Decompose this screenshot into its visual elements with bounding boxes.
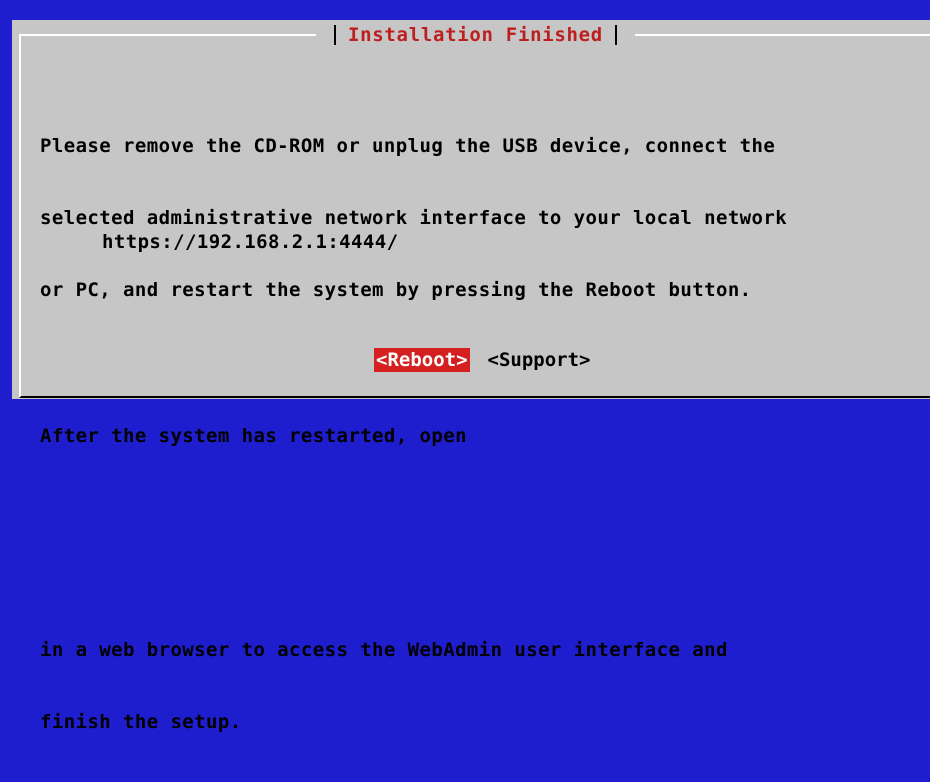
message-line-5: finish the setup. [40,711,242,733]
support-button[interactable]: <Support> [486,348,593,372]
title-left-divider [334,25,336,45]
message-line-3: or PC, and restart the system by pressin… [40,279,752,301]
webadmin-url: https://192.168.2.1:4444/ [102,231,399,253]
reboot-button[interactable]: <Reboot> [374,348,470,372]
button-row: <Reboot> <Support> [374,348,592,372]
message-line-4: in a web browser to access the WebAdmin … [40,639,728,661]
dialog-message: Please remove the CD-ROM or unplug the U… [40,86,787,782]
title-right-divider [614,25,617,45]
dialog-title: Installation Finished [348,24,603,46]
dialog-title-bar: Installation Finished [316,20,635,50]
message-restart: After the system has restarted, open [40,425,467,447]
installation-dialog: Installation Finished Please remove the … [12,20,930,733]
message-line-2: selected administrative network interfac… [40,207,788,229]
message-line-1: Please remove the CD-ROM or unplug the U… [40,135,776,157]
